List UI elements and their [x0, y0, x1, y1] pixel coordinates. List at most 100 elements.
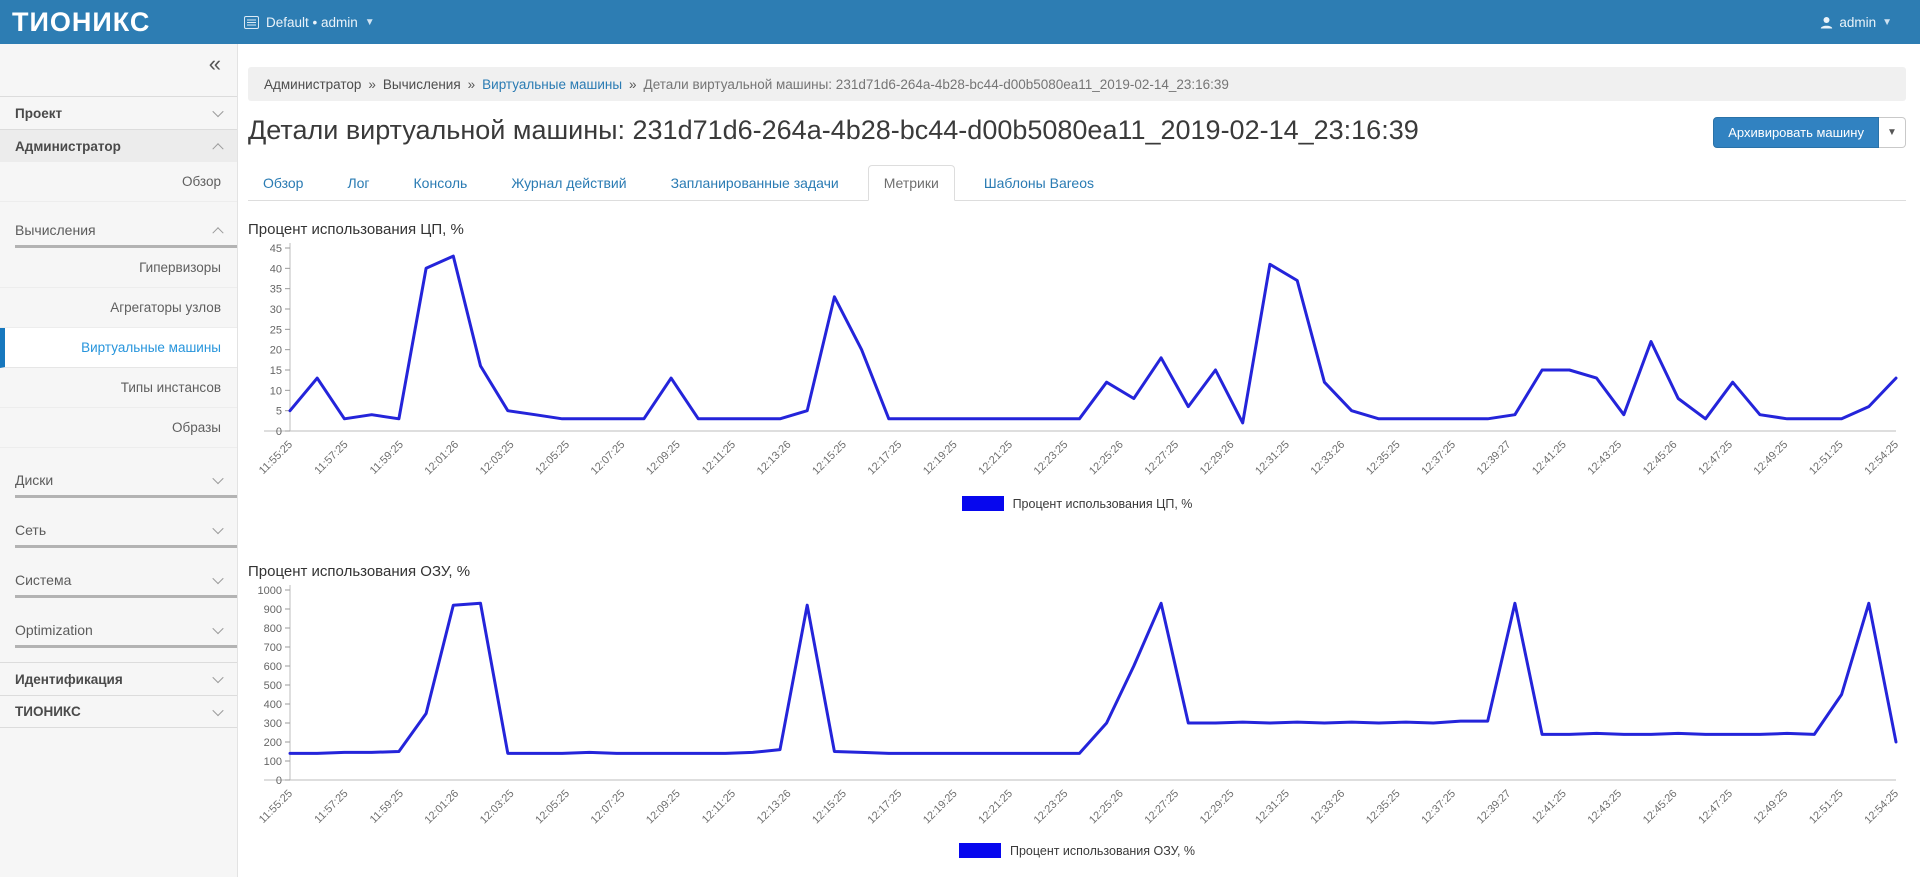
svg-text:600: 600 — [264, 661, 282, 673]
sidebar-item-label: ТИОНИКС — [15, 704, 81, 719]
sidebar-item-optimization[interactable]: Optimization — [0, 614, 237, 645]
svg-text:11:55:25: 11:55:25 — [257, 788, 295, 826]
svg-text:12:33:26: 12:33:26 — [1309, 788, 1348, 827]
chevron-up-icon — [212, 143, 223, 154]
svg-text:12:37:25: 12:37:25 — [1419, 788, 1458, 827]
user-menu[interactable]: admin ▼ — [1820, 15, 1892, 30]
svg-text:12:43:25: 12:43:25 — [1585, 439, 1624, 478]
tab-лог[interactable]: Лог — [332, 166, 384, 200]
user-icon — [1820, 16, 1833, 29]
svg-text:12:45:26: 12:45:26 — [1641, 439, 1680, 478]
svg-text:12:13:26: 12:13:26 — [755, 788, 794, 827]
svg-text:0: 0 — [276, 775, 282, 787]
section-underline — [15, 645, 237, 648]
tab-шаблоны-bareos[interactable]: Шаблоны Bareos — [969, 166, 1109, 200]
svg-text:12:21:25: 12:21:25 — [976, 788, 1015, 827]
svg-text:12:17:25: 12:17:25 — [866, 439, 905, 478]
sidebar-item-сеть[interactable]: Сеть — [0, 514, 237, 545]
svg-text:30: 30 — [270, 304, 282, 316]
tab-обзор[interactable]: Обзор — [248, 166, 318, 200]
context-switcher[interactable]: Default • admin ▼ — [244, 15, 375, 30]
sidebar-item-диски[interactable]: Диски — [0, 464, 237, 495]
svg-text:12:11:25: 12:11:25 — [700, 788, 738, 826]
svg-text:11:57:25: 11:57:25 — [312, 788, 350, 826]
svg-text:10: 10 — [270, 385, 282, 397]
section-underline — [15, 545, 237, 548]
caret-down-icon: ▼ — [1887, 127, 1897, 138]
breadcrumb-separator: » — [629, 77, 637, 92]
chevron-down-icon — [212, 672, 223, 683]
svg-text:25: 25 — [270, 324, 282, 336]
tab-bar: Обзор Лог Консоль Журнал действий Запланиров… — [248, 165, 1906, 201]
chevron-up-icon — [212, 227, 223, 238]
svg-text:12:07:25: 12:07:25 — [589, 439, 628, 478]
chevron-down-icon — [212, 704, 223, 715]
svg-text:11:59:25: 11:59:25 — [368, 788, 406, 826]
svg-text:12:54:25: 12:54:25 — [1862, 439, 1901, 478]
svg-text:12:15:25: 12:15:25 — [810, 439, 849, 478]
breadcrumb-item-3: Детали виртуальной машины: 231d71d6-264a… — [644, 77, 1229, 92]
sidebar-collapse-button[interactable]: « — [209, 53, 221, 75]
archive-dropdown-caret-button[interactable]: ▼ — [1879, 117, 1906, 148]
svg-text:12:17:25: 12:17:25 — [866, 788, 905, 827]
sidebar-item-label: Идентификация — [15, 672, 123, 687]
svg-text:12:45:26: 12:45:26 — [1641, 788, 1680, 827]
sidebar-item-label: Optimization — [15, 622, 93, 638]
tab-запланированные-задачи[interactable]: Запланированные задачи — [656, 166, 854, 200]
sidebar-item-тионикс[interactable]: ТИОНИКС — [0, 695, 237, 728]
sidebar-item-типы-инстансов[interactable]: Типы инстансов — [0, 368, 237, 408]
svg-text:12:35:25: 12:35:25 — [1364, 788, 1403, 827]
sidebar-item-label: Вычисления — [15, 222, 96, 238]
sidebar-item-образы[interactable]: Образы — [0, 408, 237, 448]
top-header: ТИОНИКС Default • admin ▼ admin ▼ — [0, 0, 1920, 44]
svg-text:12:47:25: 12:47:25 — [1696, 439, 1735, 478]
tab-журнал-действий[interactable]: Журнал действий — [496, 166, 641, 200]
sidebar-item-гипервизоры[interactable]: Гипервизоры — [0, 248, 237, 288]
ram-chart-legend: Процент использования ОЗУ, % — [248, 843, 1906, 858]
svg-text:12:31:25: 12:31:25 — [1253, 788, 1292, 827]
svg-text:12:13:26: 12:13:26 — [755, 439, 794, 478]
svg-text:100: 100 — [264, 756, 282, 768]
tab-консоль[interactable]: Консоль — [399, 166, 483, 200]
svg-text:12:05:25: 12:05:25 — [533, 788, 572, 827]
breadcrumb-item-1: Вычисления — [383, 77, 461, 92]
sidebar-item-агрегаторы-узлов[interactable]: Агрегаторы узлов — [0, 288, 237, 328]
svg-text:1000: 1000 — [258, 585, 282, 597]
breadcrumb-item-0: Администратор — [264, 77, 361, 92]
svg-text:12:31:25: 12:31:25 — [1253, 439, 1292, 478]
sidebar-item-label: Система — [15, 572, 71, 588]
cpu-chart-legend: Процент использования ЦП, % — [248, 496, 1906, 511]
archive-machine-button[interactable]: Архивировать машину — [1713, 117, 1879, 148]
sidebar-item-label: Обзор — [182, 174, 221, 189]
sidebar-item-label: Сеть — [15, 522, 46, 538]
svg-text:12:01:26: 12:01:26 — [422, 439, 461, 478]
sidebar-item-label: Диски — [15, 472, 53, 488]
chevron-down-icon — [212, 572, 223, 583]
svg-text:12:21:25: 12:21:25 — [976, 439, 1015, 478]
svg-text:12:54:25: 12:54:25 — [1862, 788, 1901, 827]
sidebar-item-система[interactable]: Система — [0, 564, 237, 595]
svg-text:12:35:25: 12:35:25 — [1364, 439, 1403, 478]
svg-text:12:19:25: 12:19:25 — [921, 788, 960, 827]
sidebar-item-label: Виртуальные машины — [81, 340, 221, 355]
svg-text:12:29:25: 12:29:25 — [1198, 788, 1237, 827]
sidebar-item-проект[interactable]: Проект — [0, 96, 237, 129]
svg-text:12:25:26: 12:25:26 — [1087, 788, 1126, 827]
sidebar-item-label: Типы инстансов — [121, 380, 221, 395]
sidebar-item-администратор[interactable]: Администратор — [0, 129, 237, 162]
breadcrumb-item-2[interactable]: Виртуальные машины — [482, 77, 622, 92]
svg-text:12:29:26: 12:29:26 — [1198, 439, 1237, 478]
svg-text:12:51:25: 12:51:25 — [1807, 788, 1846, 827]
svg-text:900: 900 — [264, 604, 282, 616]
sidebar-item-виртуальные-машины[interactable]: Виртуальные машины — [0, 328, 237, 368]
svg-text:700: 700 — [264, 642, 282, 654]
sidebar-item-вычисления[interactable]: Вычисления — [0, 214, 237, 245]
brand-logo: ТИОНИКС — [0, 7, 238, 38]
ram-legend-swatch-icon — [959, 843, 1001, 858]
tab-метрики[interactable]: Метрики — [868, 165, 955, 201]
svg-text:12:03:25: 12:03:25 — [478, 788, 517, 827]
page-title: Детали виртуальной машины: 231d71d6-264a… — [248, 115, 1906, 146]
sidebar-item-обзор[interactable]: Обзор — [0, 162, 237, 202]
sidebar-item-идентификация[interactable]: Идентификация — [0, 662, 237, 695]
svg-text:12:51:25: 12:51:25 — [1807, 439, 1846, 478]
